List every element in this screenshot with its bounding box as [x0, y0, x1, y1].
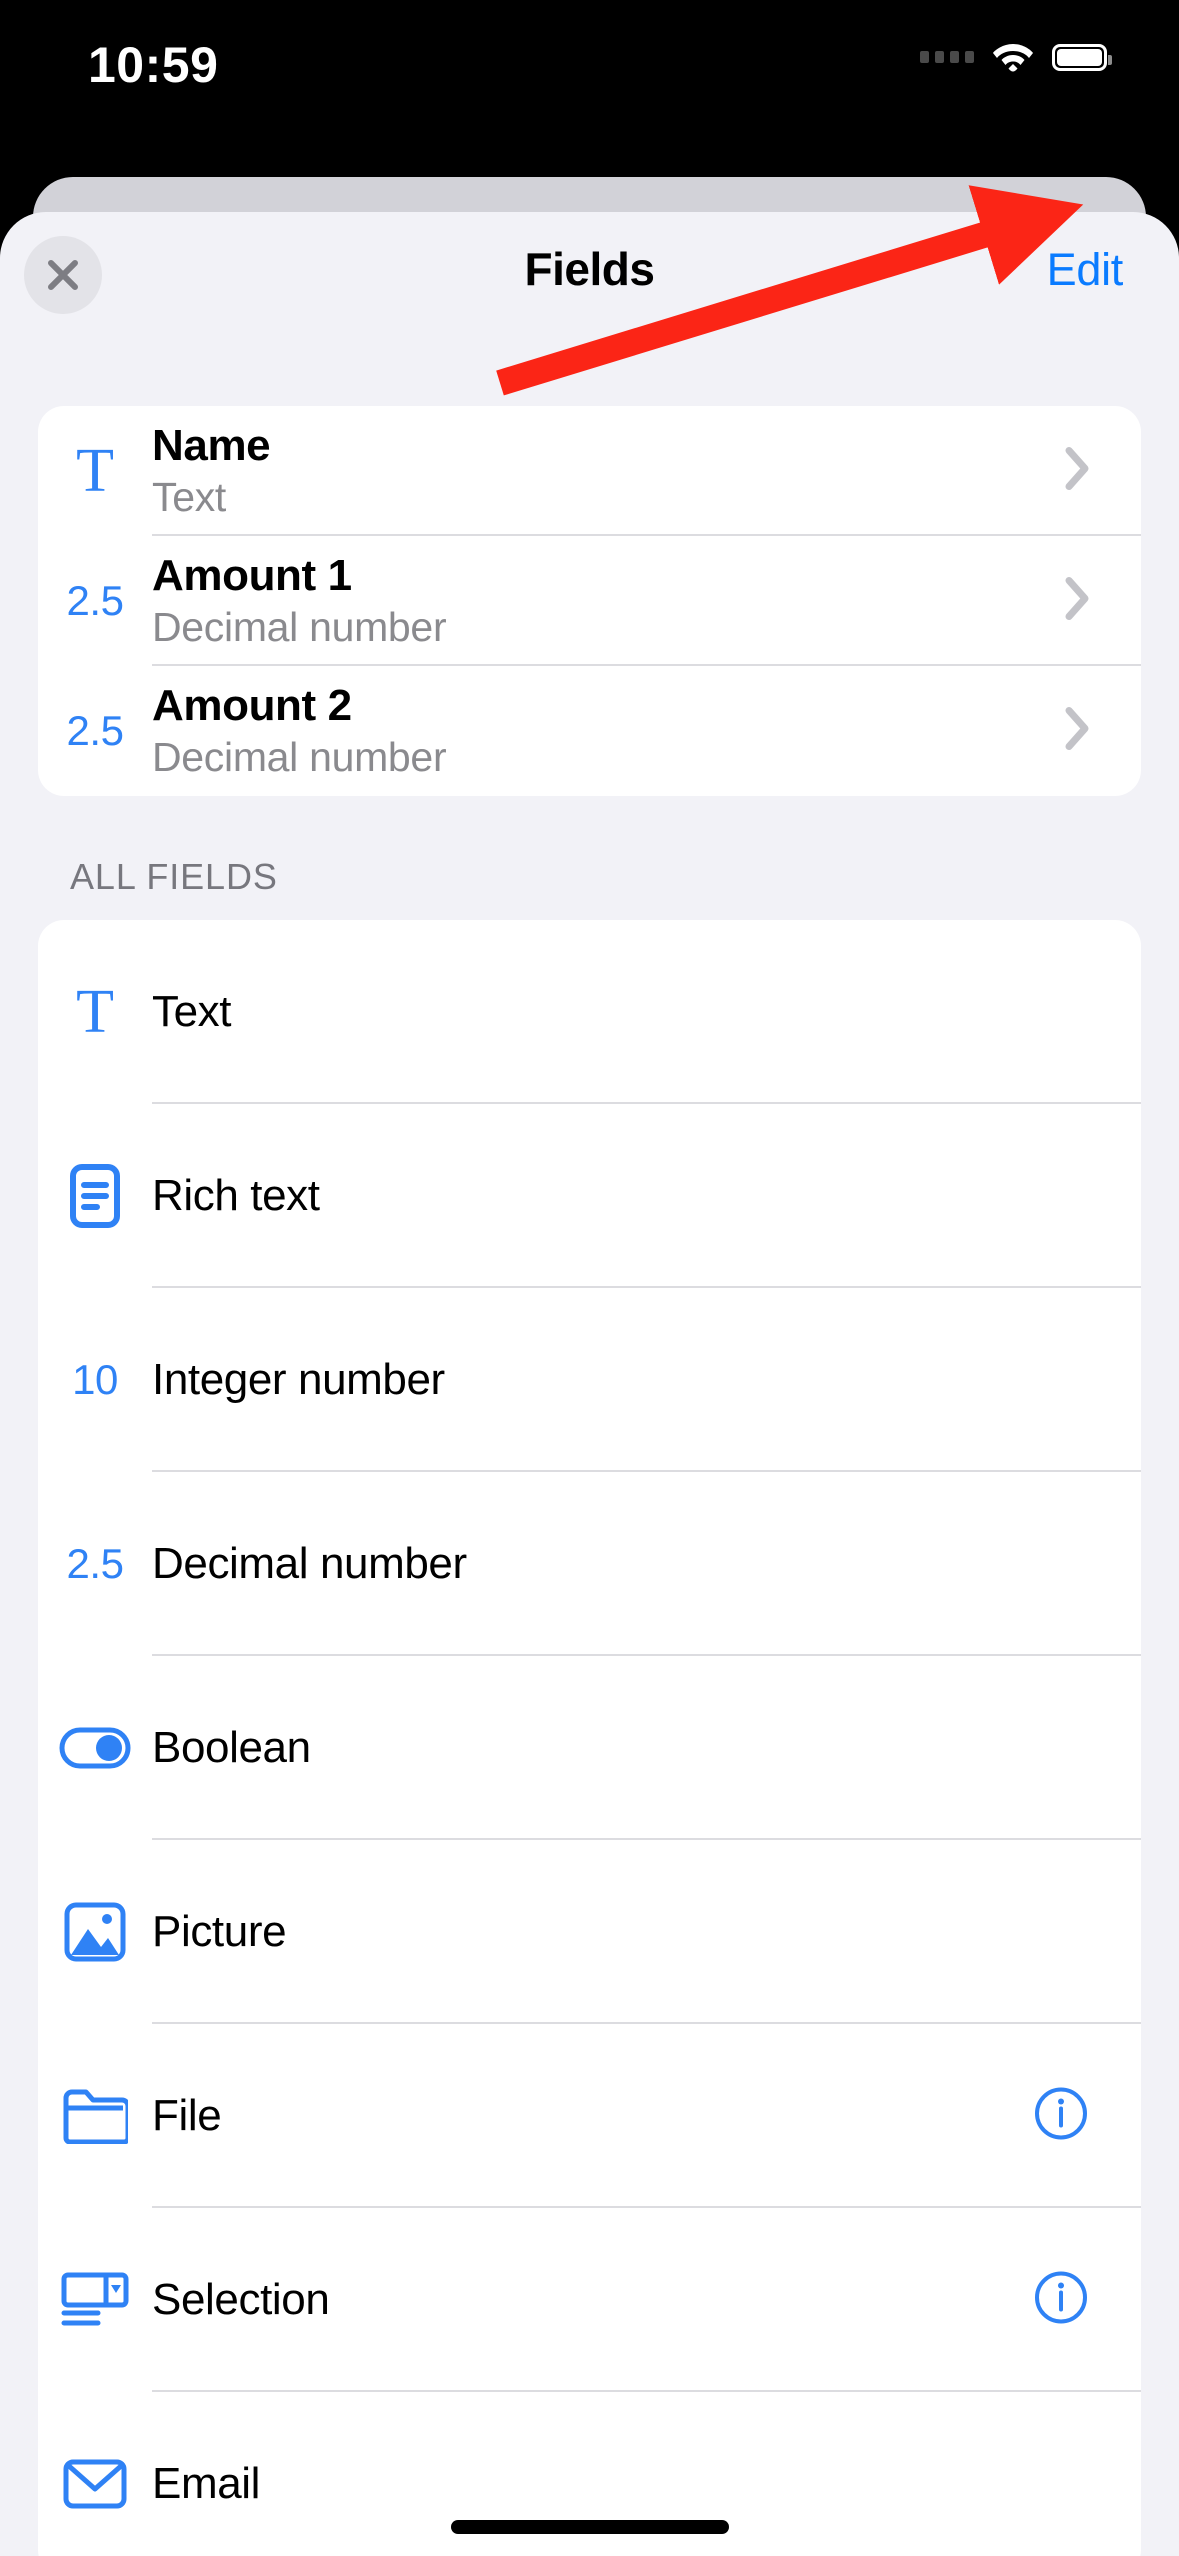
row-body: File	[152, 2091, 1141, 2141]
decimal-number-icon: 2.5	[38, 707, 152, 755]
status-bar-indicators	[920, 42, 1112, 72]
table-row[interactable]: 2.5 Amount 2 Decimal number	[38, 666, 1141, 796]
field-type-label: File	[152, 2091, 222, 2140]
selection-icon	[38, 2271, 152, 2329]
row-body: Text	[152, 987, 1141, 1037]
field-name: Amount 2	[152, 680, 352, 730]
all-fields-section-header: ALL FIELDS	[70, 856, 278, 897]
list-item[interactable]: T Text	[38, 920, 1141, 1104]
row-body: Integer number	[152, 1355, 1141, 1405]
status-bar-time: 10:59	[88, 37, 219, 93]
info-icon[interactable]	[1033, 2270, 1089, 2331]
field-type: Decimal number	[152, 734, 447, 781]
list-item[interactable]: Boolean	[38, 1656, 1141, 1840]
info-icon[interactable]	[1033, 2086, 1089, 2147]
field-type-label: Picture	[152, 1907, 287, 1956]
file-folder-icon	[38, 2088, 152, 2144]
home-indicator	[450, 2520, 729, 2534]
decimal-number-icon-glyph: 2.5	[66, 577, 124, 624]
selected-fields-card: T Name Text 2.5 Amount 1 Decimal number	[38, 406, 1141, 796]
field-type-label: Rich text	[152, 1171, 320, 1220]
picture-icon	[38, 1901, 152, 1963]
list-item[interactable]: 2.5 Decimal number	[38, 1472, 1141, 1656]
field-name: Amount 1	[152, 550, 352, 600]
integer-number-icon: 10	[38, 1356, 152, 1404]
list-item[interactable]: Selection	[38, 2208, 1141, 2392]
row-body: Amount 1 Decimal number	[152, 551, 1141, 651]
field-type-label: Boolean	[152, 1723, 311, 1772]
row-body: Amount 2 Decimal number	[152, 681, 1141, 781]
email-icon	[38, 2459, 152, 2509]
table-row[interactable]: T Name Text	[38, 406, 1141, 536]
row-body: Rich text	[152, 1171, 1141, 1221]
decimal-number-icon: 2.5	[38, 1540, 152, 1588]
chevron-right-icon	[1065, 447, 1091, 496]
field-type: Text	[152, 474, 226, 521]
row-body: Email	[152, 2459, 1141, 2509]
wifi-icon	[992, 42, 1034, 72]
decimal-number-icon-glyph: 2.5	[66, 1540, 124, 1587]
table-row[interactable]: 2.5 Amount 1 Decimal number	[38, 536, 1141, 666]
field-type-label: Decimal number	[152, 1539, 467, 1588]
edit-button[interactable]: Edit	[1047, 244, 1124, 296]
status-bar: 10:59	[0, 0, 1179, 130]
fields-sheet: Fields Edit T Name Text 2.5 Amount 1 Dec…	[0, 212, 1179, 2556]
list-item[interactable]: Rich text	[38, 1104, 1141, 1288]
chevron-right-icon	[1065, 707, 1091, 756]
field-type-label: Selection	[152, 2275, 330, 2324]
list-item[interactable]: File	[38, 2024, 1141, 2208]
list-item[interactable]: Picture	[38, 1840, 1141, 2024]
field-type-label: Integer number	[152, 1355, 445, 1404]
phone-screen: 10:59 Fields Edit T Name Text 2.5 Amount…	[0, 0, 1179, 2556]
text-t-icon-glyph: T	[76, 437, 114, 505]
decimal-number-icon-glyph: 2.5	[66, 707, 124, 754]
decimal-number-icon: 2.5	[38, 577, 152, 625]
text-t-icon: T	[38, 440, 152, 502]
rich-text-icon	[38, 1163, 152, 1229]
cellular-dots-icon	[920, 51, 974, 63]
field-type-label: Email	[152, 2459, 261, 2508]
field-type-label: Text	[152, 987, 232, 1036]
all-fields-card: T Text Rich text 10 Integer number 2.5 D…	[38, 920, 1141, 2556]
boolean-toggle-icon	[38, 1727, 152, 1769]
page-title: Fields	[524, 243, 655, 295]
row-body: Selection	[152, 2275, 1141, 2325]
sheet-navigation-bar: Fields Edit	[0, 212, 1179, 322]
chevron-right-icon	[1065, 577, 1091, 626]
battery-icon	[1052, 43, 1112, 71]
list-item[interactable]: 10 Integer number	[38, 1288, 1141, 1472]
text-t-icon: T	[38, 981, 152, 1043]
row-body: Boolean	[152, 1723, 1141, 1773]
field-type: Decimal number	[152, 604, 447, 651]
integer-number-icon-glyph: 10	[72, 1356, 118, 1403]
text-t-icon-glyph: T	[76, 978, 114, 1046]
row-body: Decimal number	[152, 1539, 1141, 1589]
row-body: Name Text	[152, 421, 1141, 521]
row-body: Picture	[152, 1907, 1141, 1957]
field-name: Name	[152, 420, 271, 470]
